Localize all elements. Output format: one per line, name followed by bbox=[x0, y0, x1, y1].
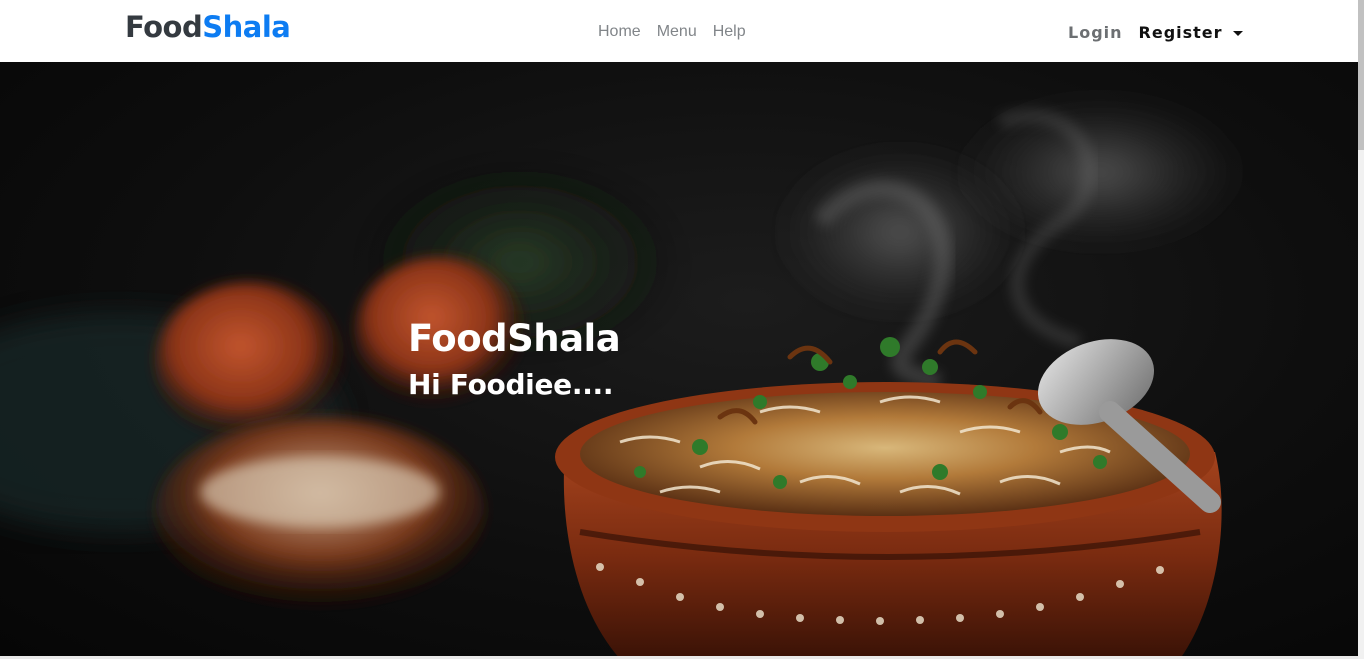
nav-menu-link[interactable]: Menu bbox=[649, 20, 705, 44]
hero-text-block: FoodShala Hi Foodiee.... bbox=[408, 316, 621, 401]
login-link[interactable]: Login bbox=[1060, 20, 1131, 45]
register-dropdown-toggle[interactable]: Register bbox=[1131, 20, 1251, 45]
caret-down-icon bbox=[1232, 30, 1243, 36]
hero-subtitle: Hi Foodiee.... bbox=[408, 368, 614, 401]
nav-help-link[interactable]: Help bbox=[705, 20, 754, 44]
navbar: FoodShala Home Menu Help Login Register bbox=[0, 0, 1358, 62]
hero-food-image bbox=[0, 92, 1250, 659]
brand-part-shala: Shala bbox=[202, 10, 291, 44]
main-nav: Home Menu Help bbox=[590, 20, 754, 44]
vertical-scrollbar[interactable] bbox=[1358, 0, 1364, 659]
brand-part-food: Food bbox=[125, 10, 203, 44]
hero-banner: FoodShala Hi Foodiee.... bbox=[0, 62, 1358, 659]
nav-home-link[interactable]: Home bbox=[590, 20, 649, 44]
auth-nav: Login Register bbox=[1060, 20, 1251, 45]
scrollbar-thumb[interactable] bbox=[1358, 0, 1364, 150]
hero-title: FoodShala bbox=[408, 317, 621, 360]
brand-logo-link[interactable]: FoodShala bbox=[125, 10, 291, 44]
page: FoodShala Home Menu Help Login Register bbox=[0, 0, 1364, 659]
register-label: Register bbox=[1138, 23, 1223, 42]
